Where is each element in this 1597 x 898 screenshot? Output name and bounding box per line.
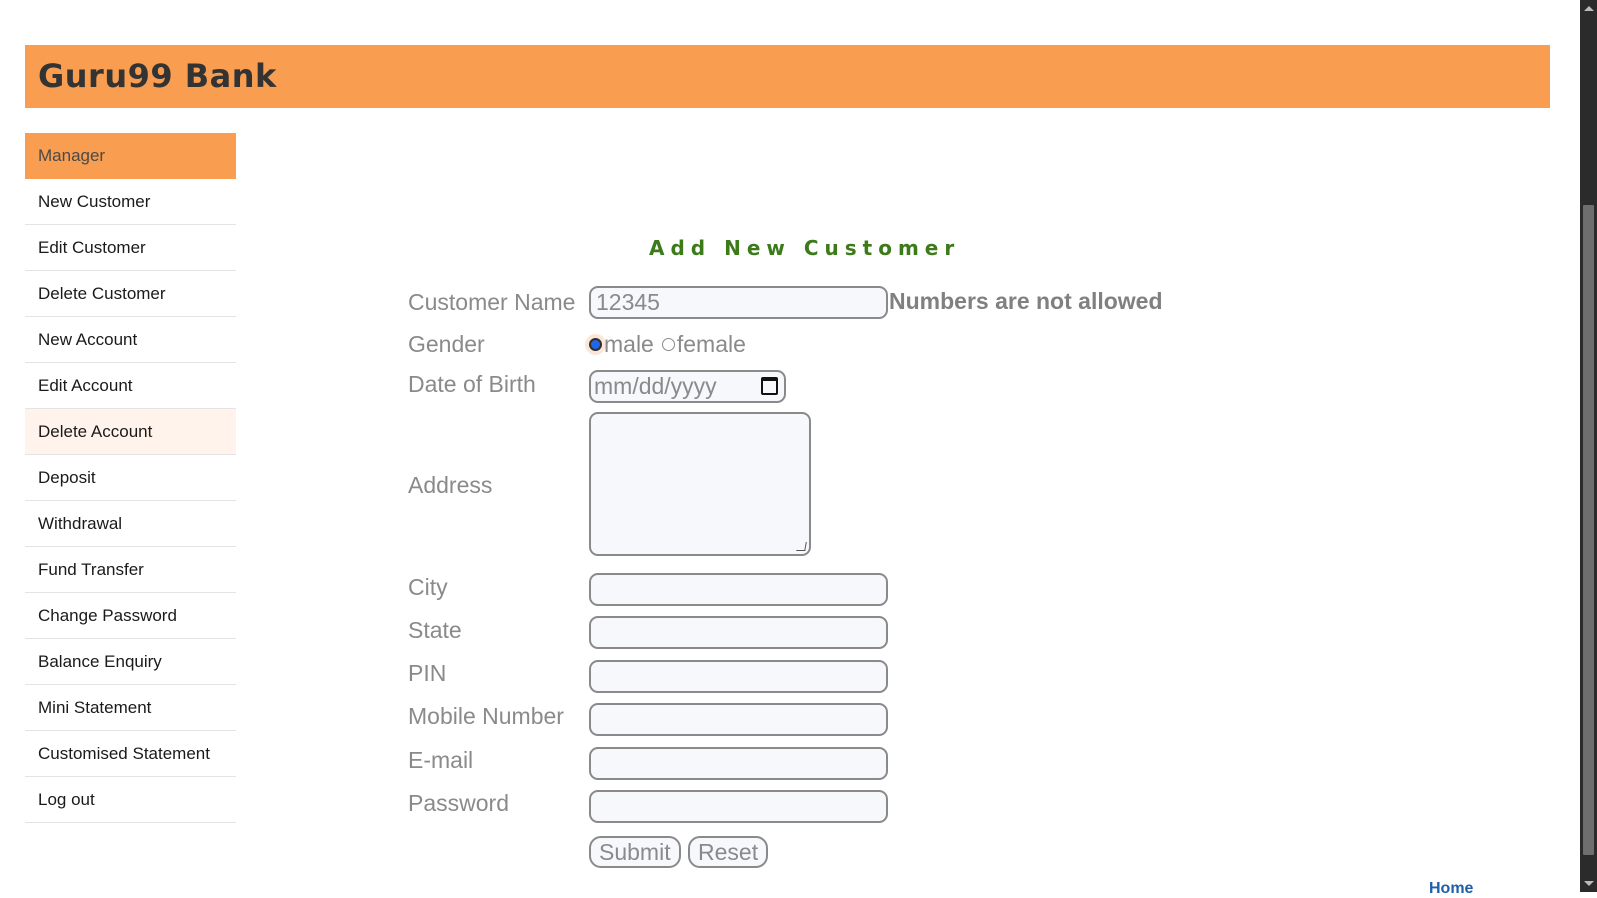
mobile-label: Mobile Number — [408, 703, 564, 729]
customer-name-label: Customer Name — [408, 289, 576, 315]
scroll-up-icon[interactable] — [1584, 6, 1594, 11]
gender-label: Gender — [408, 331, 485, 357]
address-textarea[interactable] — [589, 412, 811, 556]
brand-title: Guru99 Bank — [38, 57, 277, 95]
sidebar-item-withdrawal[interactable]: Withdrawal — [25, 501, 236, 547]
form-title: Add New Customer — [649, 236, 961, 260]
site-header: Guru99 Bank — [25, 45, 1550, 108]
sidebar-item-edit-account[interactable]: Edit Account — [25, 363, 236, 409]
address-label: Address — [408, 472, 493, 498]
dob-label: Date of Birth — [408, 371, 536, 397]
email-label: E-mail — [408, 747, 474, 773]
sidebar-item-new-customer[interactable]: New Customer — [25, 179, 236, 225]
resize-handle-icon[interactable] — [796, 542, 807, 551]
calendar-icon[interactable] — [761, 377, 778, 395]
error-message: Numbers are not allowed — [889, 288, 1163, 314]
sidebar-item-mini-statement[interactable]: Mini Statement — [25, 685, 236, 731]
female-radio-label[interactable]: female — [677, 331, 746, 358]
email-input[interactable] — [589, 747, 888, 780]
sidebar-item-delete-account[interactable]: Delete Account — [25, 409, 236, 455]
pin-input[interactable] — [589, 660, 888, 693]
home-link[interactable]: Home — [1429, 880, 1473, 898]
scroll-down-icon[interactable] — [1584, 881, 1594, 886]
sidebar-item-fund-transfer[interactable]: Fund Transfer — [25, 547, 236, 593]
gender-radio-group: male female — [589, 331, 746, 358]
dob-input[interactable]: mm/dd/yyyy — [589, 370, 786, 403]
sidebar-item-balance-enquiry[interactable]: Balance Enquiry — [25, 639, 236, 685]
city-label: City — [408, 574, 448, 600]
sidebar-item-change-password[interactable]: Change Password — [25, 593, 236, 639]
sidebar-item-log-out[interactable]: Log out — [25, 777, 236, 823]
male-radio-label[interactable]: male — [604, 331, 654, 358]
sidebar-item-deposit[interactable]: Deposit — [25, 455, 236, 501]
mobile-input[interactable] — [589, 703, 888, 736]
dob-placeholder: mm/dd/yyyy — [594, 373, 717, 399]
sidebar-item-customised-statement[interactable]: Customised Statement — [25, 731, 236, 777]
pin-label: PIN — [408, 660, 447, 686]
sidebar-item-new-account[interactable]: New Account — [25, 317, 236, 363]
password-input[interactable] — [589, 790, 888, 823]
state-label: State — [408, 617, 462, 643]
city-input[interactable] — [589, 573, 888, 606]
password-label: Password — [408, 790, 509, 816]
submit-button[interactable]: Submit — [589, 836, 681, 868]
sidebar-item-delete-customer[interactable]: Delete Customer — [25, 271, 236, 317]
vertical-scrollbar[interactable] — [1580, 0, 1597, 892]
sidebar-menu: Manager New Customer Edit Customer Delet… — [25, 133, 236, 823]
male-radio[interactable] — [589, 338, 602, 351]
sidebar-item-manager[interactable]: Manager — [25, 133, 236, 179]
female-radio[interactable] — [661, 338, 675, 351]
state-input[interactable] — [589, 616, 888, 649]
customer-name-input[interactable] — [589, 286, 888, 319]
sidebar-item-edit-customer[interactable]: Edit Customer — [25, 225, 236, 271]
scrollbar-thumb[interactable] — [1583, 205, 1594, 855]
reset-button[interactable]: Reset — [688, 836, 769, 868]
